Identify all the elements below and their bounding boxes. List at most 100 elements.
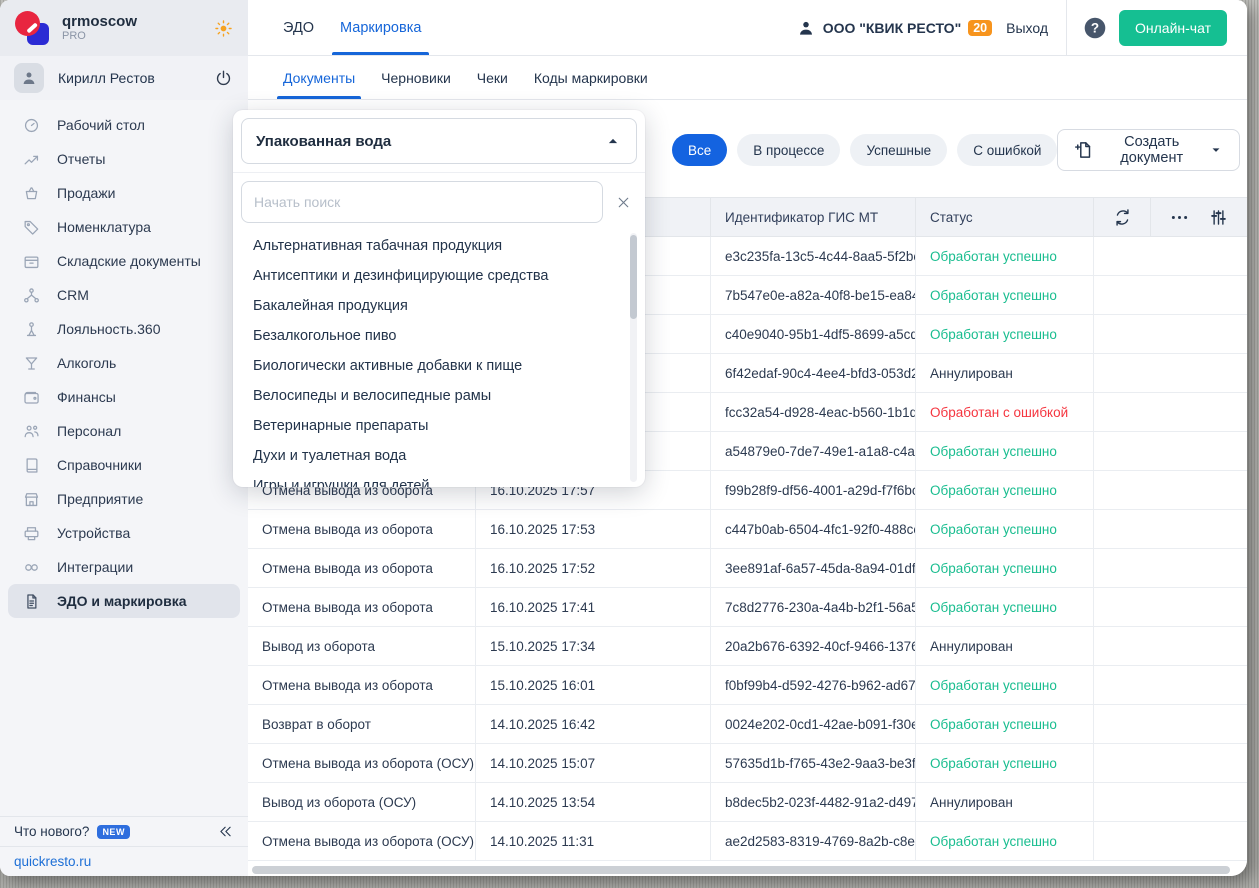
header-refresh-cell bbox=[1093, 198, 1150, 236]
cell-status: Обработан успешно bbox=[915, 549, 1093, 587]
sidebar-item-номенклатура[interactable]: Номенклатура bbox=[8, 210, 240, 244]
sidebar-item-предприятие[interactable]: Предприятие bbox=[8, 482, 240, 516]
sidebar-item-рабочий-стол[interactable]: Рабочий стол bbox=[8, 108, 240, 142]
site-link[interactable]: quickresto.ru bbox=[14, 854, 91, 869]
power-icon bbox=[213, 68, 234, 89]
sidebar-item-персонал[interactable]: Персонал bbox=[8, 414, 240, 448]
table-row[interactable]: Отмена вывода из оборота (ОСУ)14.10.2025… bbox=[248, 744, 1247, 783]
filter-chip-успешные[interactable]: Успешные bbox=[850, 134, 947, 166]
caret-up-icon bbox=[604, 132, 622, 150]
refresh-icon[interactable] bbox=[1112, 207, 1133, 228]
dots-icon[interactable] bbox=[1169, 207, 1190, 228]
sidebar-header: qrmoscow PRO bbox=[0, 0, 248, 56]
dropdown-option-биологически-активные-добавки-к-пище[interactable]: Биологически активные добавки к пище bbox=[241, 351, 623, 381]
subtabs: Документы Черновики Чеки Коды маркировки bbox=[248, 56, 1247, 100]
sidebar-nav: Рабочий столОтчетыПродажиНоменклатураСкл… bbox=[0, 108, 248, 618]
sidebar-item-складские-документы[interactable]: Складские документы bbox=[8, 244, 240, 278]
help-button[interactable]: ? bbox=[1083, 16, 1107, 40]
tab-эдо[interactable]: ЭДО bbox=[283, 0, 314, 55]
tab-маркировка[interactable]: Маркировка bbox=[340, 0, 421, 55]
sidebar-item-лояльность.360[interactable]: Лояльность.360 bbox=[8, 312, 240, 346]
table-row[interactable]: Отмена вывода из оборота15.10.2025 16:01… bbox=[248, 666, 1247, 705]
cell-date: 14.10.2025 16:42 bbox=[475, 705, 710, 743]
brand-plan: PRO bbox=[62, 30, 137, 43]
sidebar-item-crm[interactable]: CRM bbox=[8, 278, 240, 312]
sidebar-item-label: CRM bbox=[57, 287, 89, 303]
cell-date: 14.10.2025 13:54 bbox=[475, 783, 710, 821]
sidebar-item-label: Персонал bbox=[57, 423, 121, 439]
sidebar-item-отчеты[interactable]: Отчеты bbox=[8, 142, 240, 176]
dropdown-option-велосипеды-и-велосипедные-рамы[interactable]: Велосипеды и велосипедные рамы bbox=[241, 381, 623, 411]
sidebar-item-интеграции[interactable]: Интеграции bbox=[8, 550, 240, 584]
sidebar-item-финансы[interactable]: Финансы bbox=[8, 380, 240, 414]
collapse-sidebar-button[interactable] bbox=[217, 823, 234, 840]
refresh-icon bbox=[1112, 207, 1133, 228]
chevron-double-left-icon bbox=[217, 823, 234, 840]
dropdown-option-безалкогольное-пиво[interactable]: Безалкогольное пиво bbox=[241, 321, 623, 351]
category-select[interactable]: Упакованная вода bbox=[241, 118, 637, 164]
create-document-button[interactable]: Создать документ bbox=[1057, 129, 1240, 171]
org-selector[interactable]: ООО "КВИК РЕСТО" 20 bbox=[796, 18, 992, 38]
subtab-коды-маркировки[interactable]: Коды маркировки bbox=[534, 56, 648, 99]
sidebar-item-label: Лояльность.360 bbox=[57, 321, 161, 337]
sidebar-item-справочники[interactable]: Справочники bbox=[8, 448, 240, 482]
dropdown-option-альтернативная-табачная-продукция[interactable]: Альтернативная табачная продукция bbox=[241, 231, 623, 261]
online-chat-button[interactable]: Онлайн-чат bbox=[1119, 10, 1227, 46]
subtab-документы[interactable]: Документы bbox=[283, 56, 355, 99]
table-row[interactable]: Отмена вывода из оборота16.10.2025 17:41… bbox=[248, 588, 1247, 627]
dropdown-option-ветеринарные-препараты[interactable]: Ветеринарные препараты bbox=[241, 411, 623, 441]
new-badge: NEW bbox=[97, 825, 130, 839]
dropdown-option-антисептики-и-дезинфицирующие-средства[interactable]: Антисептики и дезинфицирующие средства bbox=[241, 261, 623, 291]
filter-chip-с-ошибкой[interactable]: С ошибкой bbox=[957, 134, 1057, 166]
cell-gis-id: 7b547e0e-a82a-40f8-be15-ea84ab9... bbox=[710, 276, 915, 314]
horizontal-scrollbar-thumb[interactable] bbox=[252, 866, 1230, 874]
dropdown-list: Альтернативная табачная продукцияАнтисеп… bbox=[233, 231, 645, 487]
sidebar-item-алкоголь[interactable]: Алкоголь bbox=[8, 346, 240, 380]
cell-doc-type: Отмена вывода из оборота (ОСУ) bbox=[248, 744, 475, 782]
subtab-черновики[interactable]: Черновики bbox=[381, 56, 451, 99]
sidebar-item-эдо-и-маркировка[interactable]: ЭДО и маркировка bbox=[8, 584, 240, 618]
cell-doc-type: Отмена вывода из оборота bbox=[248, 549, 475, 587]
cell-status: Обработан успешно bbox=[915, 705, 1093, 743]
cell-status: Аннулирован bbox=[915, 627, 1093, 665]
finance-icon bbox=[22, 388, 41, 407]
clear-search-button[interactable] bbox=[609, 188, 637, 216]
dropdown-search-input[interactable] bbox=[241, 181, 603, 223]
cell-gis-id: e3c235fa-13c5-4c44-8aa5-5f2beb3... bbox=[710, 237, 915, 275]
cell-status: Обработан успешно bbox=[915, 510, 1093, 548]
table-row[interactable]: Отмена вывода из оборота16.10.2025 17:53… bbox=[248, 510, 1247, 549]
horizontal-scrollbar bbox=[250, 866, 1240, 874]
integrations-icon bbox=[22, 558, 41, 577]
dropdown-scrollbar-thumb[interactable] bbox=[630, 235, 637, 319]
subtab-чеки[interactable]: Чеки bbox=[477, 56, 508, 99]
table-row[interactable]: Возврат в оборот14.10.2025 16:420024e202… bbox=[248, 705, 1247, 744]
sliders-icon[interactable] bbox=[1208, 207, 1229, 228]
logout-link[interactable]: Выход bbox=[1006, 20, 1048, 36]
cell-date: 16.10.2025 17:52 bbox=[475, 549, 710, 587]
header-gis-id: Идентификатор ГИС МТ bbox=[710, 198, 915, 236]
table-row[interactable]: Вывод из оборота15.10.2025 17:3420a2b676… bbox=[248, 627, 1247, 666]
caret-up-icon bbox=[604, 132, 622, 150]
reports-icon bbox=[22, 150, 41, 169]
cell-date: 16.10.2025 17:53 bbox=[475, 510, 710, 548]
cell-status: Обработан успешно bbox=[915, 471, 1093, 509]
sales-icon bbox=[22, 184, 41, 203]
logout-power-button[interactable] bbox=[213, 68, 234, 89]
sidebar-item-устройства[interactable]: Устройства bbox=[8, 516, 240, 550]
cell-date: 15.10.2025 16:01 bbox=[475, 666, 710, 704]
table-row[interactable]: Вывод из оборота (ОСУ)14.10.2025 13:54b8… bbox=[248, 783, 1247, 822]
table-row[interactable]: Отмена вывода из оборота16.10.2025 17:52… bbox=[248, 549, 1247, 588]
theme-toggle[interactable] bbox=[213, 18, 234, 39]
dropdown-option-духи-и-туалетная-вода[interactable]: Духи и туалетная вода bbox=[241, 441, 623, 471]
table-row[interactable]: Отмена вывода из оборота (ОСУ)14.10.2025… bbox=[248, 822, 1247, 861]
cell-status: Обработан успешно bbox=[915, 744, 1093, 782]
sidebar-item-label: Финансы bbox=[57, 389, 116, 405]
cell-status: Аннулирован bbox=[915, 354, 1093, 392]
filter-chip-все[interactable]: Все bbox=[672, 134, 727, 166]
cell-gis-id: c40e9040-95b1-4df5-8699-a5cd2bc... bbox=[710, 315, 915, 353]
whats-new-link[interactable]: Что нового? bbox=[14, 824, 89, 839]
sidebar-item-продажи[interactable]: Продажи bbox=[8, 176, 240, 210]
dropdown-option-бакалейная-продукция[interactable]: Бакалейная продукция bbox=[241, 291, 623, 321]
filter-chip-в-процессе[interactable]: В процессе bbox=[737, 134, 840, 166]
dropdown-option-игры-и-игрушки-для-детей[interactable]: Игры и игрушки для детей bbox=[241, 471, 623, 487]
